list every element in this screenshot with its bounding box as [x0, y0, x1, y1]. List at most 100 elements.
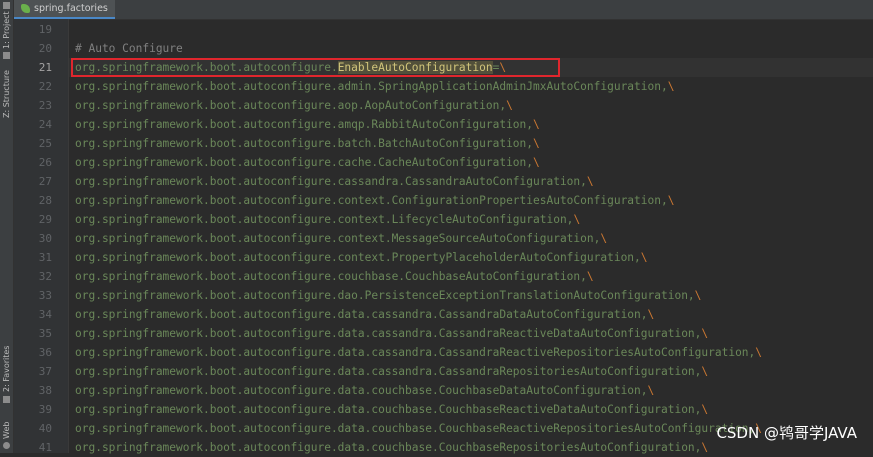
line-continuation: \	[701, 403, 709, 416]
line-number: 35	[38, 327, 52, 340]
line-continuation: \	[647, 308, 655, 321]
code-text: org.springframework.boot.autoconfigure.d…	[75, 422, 756, 435]
line-continuation: \	[667, 194, 675, 207]
line-continuation: \	[506, 99, 513, 112]
line-number: 27	[38, 175, 52, 188]
code-line: org.springframework.boot.autoconfigure.a…	[75, 77, 674, 96]
code-line: org.springframework.boot.autoconfigure.a…	[75, 96, 513, 115]
line-number: 32	[38, 270, 52, 283]
line-number: 40	[38, 422, 52, 435]
code-text: org.springframework.boot.autoconfigure.c…	[75, 251, 641, 264]
code-line: org.springframework.boot.autoconfigure.d…	[75, 362, 708, 381]
code-line: org.springframework.boot.autoconfigure.b…	[75, 134, 540, 153]
line-number: 23	[38, 99, 52, 112]
line-number: 25	[38, 137, 52, 150]
tool-window-strip: 1: Project Z: Structure 2: Favorites Web	[0, 0, 14, 453]
annotation-highlight-box	[71, 58, 560, 77]
code-text: org.springframework.boot.autoconfigure.c…	[75, 270, 587, 283]
structure-icon	[3, 52, 10, 59]
code-text: org.springframework.boot.autoconfigure.b…	[75, 137, 534, 150]
line-number: 19	[38, 23, 52, 36]
line-number: 37	[38, 365, 52, 378]
tab-spring-factories[interactable]: spring.factories	[14, 0, 115, 19]
line-number: 24	[38, 118, 52, 131]
code-line: org.springframework.boot.autoconfigure.d…	[75, 343, 762, 362]
code-text: org.springframework.boot.autoconfigure.c…	[75, 213, 574, 226]
line-continuation: \	[573, 213, 581, 226]
line-number: 41	[38, 441, 52, 454]
code-line: org.springframework.boot.autoconfigure.c…	[75, 153, 540, 172]
line-continuation: \	[586, 270, 594, 283]
line-number: 34	[38, 308, 52, 321]
line-continuation: \	[647, 384, 655, 397]
code-line: org.springframework.boot.autoconfigure.d…	[75, 324, 708, 343]
line-number: 28	[38, 194, 52, 207]
line-number: 29	[38, 213, 52, 226]
code-text: org.springframework.boot.autoconfigure.a…	[75, 80, 668, 93]
code-line: org.springframework.boot.autoconfigure.c…	[75, 172, 594, 191]
code-line: # Auto Configure	[75, 39, 183, 58]
code-text: org.springframework.boot.autoconfigure.d…	[75, 327, 702, 340]
code-text: org.springframework.boot.autoconfigure.c…	[75, 175, 587, 188]
line-number: 31	[38, 251, 52, 264]
code-line: org.springframework.boot.autoconfigure.c…	[75, 229, 607, 248]
code-text: org.springframework.boot.autoconfigure.a…	[75, 99, 507, 112]
code-line: org.springframework.boot.autoconfigure.c…	[75, 248, 648, 267]
line-continuation: \	[755, 346, 763, 359]
structure-tool-button[interactable]: Z: Structure	[0, 66, 13, 122]
code-text: # Auto Configure	[75, 42, 183, 55]
code-editor[interactable]: # Auto Configure org.springframework.boot…	[69, 19, 873, 454]
web-tool-button[interactable]: Web	[0, 420, 13, 440]
code-text: org.springframework.boot.autoconfigure.c…	[75, 156, 534, 169]
line-continuation: \	[694, 289, 702, 302]
spring-leaf-icon	[21, 4, 30, 13]
line-number-gutter: 19 20 21 22 23 24 25 26 27 28 29 30 31 32 33 34 35 36 37 38…	[14, 19, 69, 454]
code-text: org.springframework.boot.autoconfigure.d…	[75, 289, 695, 302]
line-number: 30	[38, 232, 52, 245]
line-number: 22	[38, 80, 52, 93]
favorites-tool-button[interactable]: 2: Favorites	[0, 346, 13, 392]
line-continuation: \	[533, 137, 540, 150]
line-continuation: \	[586, 175, 594, 188]
code-line: org.springframework.boot.autoconfigure.d…	[75, 438, 708, 457]
code-line: org.springframework.boot.autoconfigure.d…	[75, 419, 762, 438]
line-continuation: \	[701, 365, 709, 378]
line-continuation: \	[600, 232, 608, 245]
line-number: 33	[38, 289, 52, 302]
tab-label: spring.factories	[34, 3, 108, 14]
code-text: org.springframework.boot.autoconfigure.a…	[75, 118, 534, 131]
globe-icon	[3, 442, 10, 449]
line-number: 21	[38, 61, 52, 74]
line-number: 39	[38, 403, 52, 416]
line-continuation: \	[533, 118, 540, 131]
code-line: org.springframework.boot.autoconfigure.c…	[75, 191, 674, 210]
editor-tab-bar: spring.factories	[14, 0, 873, 20]
code-line: org.springframework.boot.autoconfigure.d…	[75, 286, 701, 305]
code-line: org.springframework.boot.autoconfigure.d…	[75, 400, 708, 419]
code-line: org.springframework.boot.autoconfigure.c…	[75, 210, 580, 229]
code-line: org.springframework.boot.autoconfigure.d…	[75, 381, 654, 400]
line-continuation: \	[533, 156, 540, 169]
code-line: org.springframework.boot.autoconfigure.a…	[75, 115, 540, 134]
line-continuation: \	[667, 80, 675, 93]
code-text: org.springframework.boot.autoconfigure.c…	[75, 232, 601, 245]
line-number: 38	[38, 384, 52, 397]
code-text: org.springframework.boot.autoconfigure.d…	[75, 441, 702, 454]
line-continuation: \	[701, 441, 709, 454]
watermark: CSDN @鸨哥学JAVA	[716, 424, 857, 442]
folder-icon	[3, 2, 10, 9]
code-text: org.springframework.boot.autoconfigure.d…	[75, 346, 756, 359]
line-number: 26	[38, 156, 52, 169]
code-line: org.springframework.boot.autoconfigure.c…	[75, 267, 594, 286]
code-text: org.springframework.boot.autoconfigure.d…	[75, 384, 648, 397]
code-text: org.springframework.boot.autoconfigure.c…	[75, 194, 668, 207]
line-continuation: \	[640, 251, 648, 264]
line-continuation: \	[701, 327, 709, 340]
code-text: org.springframework.boot.autoconfigure.d…	[75, 403, 702, 416]
code-text: org.springframework.boot.autoconfigure.d…	[75, 308, 648, 321]
code-line: org.springframework.boot.autoconfigure.d…	[75, 305, 654, 324]
code-text: org.springframework.boot.autoconfigure.d…	[75, 365, 702, 378]
line-number: 36	[38, 346, 52, 359]
project-tool-button[interactable]: 1: Project	[0, 10, 13, 50]
star-icon	[3, 396, 10, 403]
